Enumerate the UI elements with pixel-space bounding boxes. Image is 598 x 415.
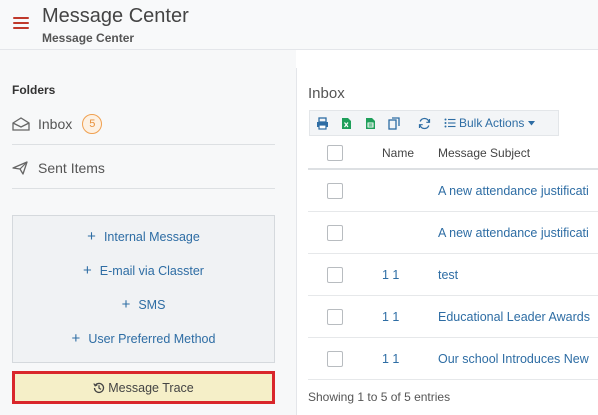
compose-label: User Preferred Method: [88, 332, 216, 346]
folder-inbox[interactable]: Inbox 5: [12, 103, 275, 145]
row-checkbox[interactable]: [327, 309, 343, 325]
paper-plane-icon: [12, 160, 30, 175]
list-icon: [444, 118, 456, 128]
compose-label: E-mail via Classter: [99, 264, 204, 278]
row-checkbox[interactable]: [327, 183, 343, 199]
column-header-name[interactable]: Name: [382, 146, 414, 160]
new-sms-link[interactable]: + SMS: [13, 296, 274, 313]
row-checkbox[interactable]: [327, 351, 343, 367]
plus-icon: +: [83, 262, 92, 279]
table-row: 1 1 test: [308, 254, 598, 296]
message-trace-label: Message Trace: [108, 380, 194, 395]
table-row: 1 1 Educational Leader Awards: [308, 296, 598, 338]
table-row: A new attendance justificati: [308, 170, 598, 212]
history-icon: [93, 382, 105, 394]
row-subject-link[interactable]: Our school Introduces New: [438, 352, 589, 366]
select-all-checkbox[interactable]: [327, 145, 343, 161]
messages-table: Name Message Subject A new attendance ju…: [308, 136, 598, 380]
print-icon[interactable]: [310, 111, 334, 135]
table-info-text: Showing 1 to 5 of 5 entries: [308, 390, 451, 404]
table-header: Name Message Subject: [308, 136, 598, 170]
message-trace-button[interactable]: Message Trace: [12, 371, 275, 404]
row-name: 1 1: [382, 268, 400, 282]
column-header-subject[interactable]: Message Subject: [438, 146, 530, 160]
table-row: A new attendance justificati: [308, 212, 598, 254]
table-row: 1 1 Our school Introduces New: [308, 338, 598, 380]
unread-count-badge: 5: [82, 113, 103, 134]
inbox-heading: Inbox: [308, 85, 345, 102]
bulk-actions-dropdown[interactable]: Bulk Actions: [444, 116, 536, 130]
csv-icon[interactable]: [358, 111, 382, 135]
folder-sent-items-label: Sent Items: [38, 159, 105, 176]
page-title: Message Center: [42, 5, 189, 27]
row-subject-link[interactable]: A new attendance justificati: [438, 226, 589, 240]
hamburger-menu-icon[interactable]: [13, 17, 29, 31]
excel-icon[interactable]: [334, 111, 358, 135]
new-user-preferred-link[interactable]: + User Preferred Method: [13, 330, 274, 347]
new-internal-message-link[interactable]: + Internal Message: [13, 228, 274, 245]
folder-inbox-label: Inbox: [38, 115, 73, 132]
table-toolbar: Bulk Actions: [309, 110, 559, 136]
bulk-actions-label: Bulk Actions: [459, 116, 525, 130]
row-checkbox[interactable]: [327, 225, 343, 241]
row-subject-link[interactable]: Educational Leader Awards: [438, 310, 590, 324]
row-subject-link[interactable]: test: [438, 268, 458, 282]
plus-icon: +: [71, 330, 81, 347]
compose-options-panel: + Internal Message + E-mail via Classter +…: [12, 215, 275, 363]
inbox-panel: Inbox Bulk Actions Name Message Subject …: [296, 68, 598, 415]
plus-icon: +: [87, 228, 96, 245]
folder-sent-items[interactable]: Sent Items: [12, 147, 275, 189]
row-checkbox[interactable]: [327, 267, 343, 283]
new-email-link[interactable]: + E-mail via Classter: [13, 262, 274, 279]
breadcrumb: Message Center: [42, 31, 135, 45]
row-name: 1 1: [382, 352, 400, 366]
page-header: Message Center Message Center: [0, 0, 598, 50]
compose-label: SMS: [138, 298, 166, 312]
row-subject-link[interactable]: A new attendance justificati: [438, 184, 589, 198]
folders-heading: Folders: [12, 83, 56, 97]
row-name: 1 1: [382, 310, 400, 324]
envelope-open-icon: [12, 116, 30, 131]
compose-label: Internal Message: [103, 230, 200, 244]
plus-icon: +: [121, 296, 131, 313]
copy-icon[interactable]: [382, 111, 406, 135]
folders-sidebar: Folders Inbox 5 Sent Items + Internal Mes…: [0, 50, 296, 415]
caret-down-icon: [528, 120, 536, 126]
refresh-icon[interactable]: [412, 111, 436, 135]
